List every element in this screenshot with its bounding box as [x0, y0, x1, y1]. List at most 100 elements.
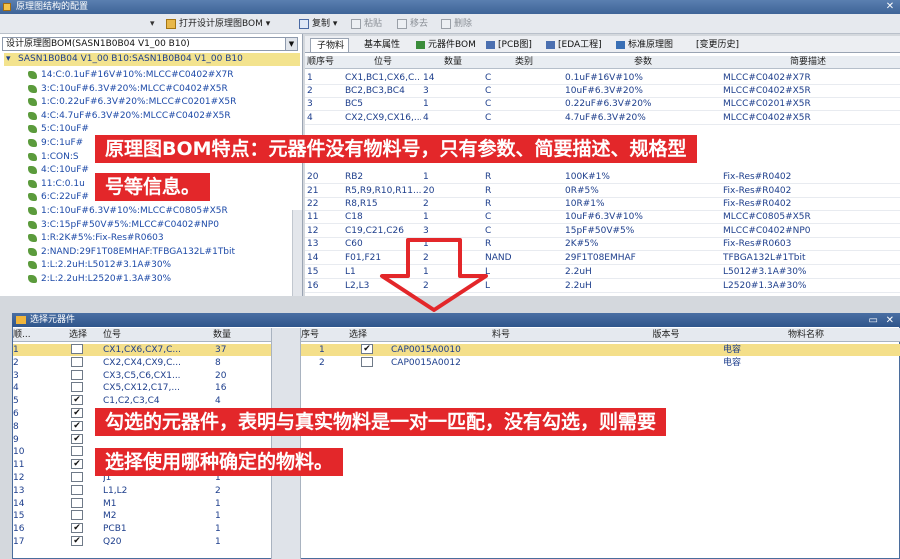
- select-checkbox[interactable]: ✔: [71, 459, 83, 470]
- paste-button[interactable]: 粘贴: [350, 16, 382, 32]
- tab-2[interactable]: 元器件BOM: [414, 38, 480, 52]
- pane-splitter[interactable]: [271, 328, 301, 559]
- select-checkbox[interactable]: ✔: [71, 420, 83, 431]
- tree-node[interactable]: 6:C:22uF#: [28, 191, 89, 203]
- select-checkbox[interactable]: ✔: [71, 433, 83, 444]
- tree-node[interactable]: 1:L:2.2uH:L5012#3.1A#30%: [28, 259, 171, 271]
- table-row[interactable]: 22 R8,R15 2 R 10R#1% Fix-Res#R0402: [305, 198, 900, 211]
- select-checkbox[interactable]: [71, 356, 83, 367]
- table-row[interactable]: 4 CX2,CX9,CX16,... 4 C 4.7uF#6.3V#20% MLCC#C0…: [305, 112, 900, 125]
- table-row[interactable]: 3 CX3,C5,C6,CX1... 20: [13, 369, 271, 382]
- table-row[interactable]: 20 RB2 1 R 100K#1% Fix-Res#R0402: [305, 171, 900, 184]
- tree-node[interactable]: 3:C:10uF#6.3V#20%:MLCC#C0402#X5R: [28, 83, 228, 95]
- open-bom-button[interactable]: 打开设计原理图BOM ▾: [165, 16, 270, 32]
- quantity: 4: [215, 396, 221, 407]
- tab-6[interactable]: [变更历史]: [690, 38, 743, 52]
- table-row[interactable]: 15 M2 1: [13, 510, 271, 522]
- ref-designator: CX1,CX6,CX7,C...: [103, 345, 181, 355]
- table-row[interactable]: 21 R5,R9,R10,R11... 20 R 0R#5% Fix-Res#R0402: [305, 185, 900, 198]
- table-row[interactable]: 2 CX2,CX4,CX9,C... 8: [13, 356, 271, 369]
- table-cell: Fix-Res#R0402: [723, 186, 792, 196]
- close-icon[interactable]: ✕: [886, 314, 894, 328]
- tree-node[interactable]: 1:C:0.22uF#6.3V#20%:MLCC#C0201#X5R: [28, 96, 236, 108]
- table-row[interactable]: 12 C19,C21,C26 3 C 15pF#50V#5% MLCC#C0402#NP0: [305, 225, 900, 238]
- tree-node-label: 2:L:2.2uH:L2520#1.3A#30%: [41, 274, 172, 284]
- table-row[interactable]: 1 CX1,BC1,CX6,C... 14 C 0.1uF#16V#10% MLCC#C0…: [305, 72, 900, 85]
- tree-node[interactable]: 11:C:0.1u: [28, 178, 85, 190]
- tree-node-label: 4:C:10uF#: [41, 165, 89, 176]
- table-row[interactable]: 4 CX5,CX12,C17,... 16: [13, 382, 271, 394]
- select-checkbox[interactable]: [71, 472, 83, 482]
- bom-selector[interactable]: 设计原理图BOM(SASN1B0B04 V1_00 B10) ▼: [2, 37, 298, 51]
- tab-label: 基本属性: [364, 40, 401, 50]
- tab-4[interactable]: [EDA工程]: [544, 38, 606, 52]
- tree-node[interactable]: 1:C:10uF#6.3V#10%:MLCC#C0805#X5R: [28, 205, 228, 217]
- close-icon[interactable]: ✕: [884, 1, 896, 12]
- leaf-icon: [28, 247, 37, 256]
- select-checkbox[interactable]: [71, 510, 83, 521]
- tree-node-label: 1:CON:S: [41, 151, 79, 162]
- select-checkbox[interactable]: [361, 356, 373, 367]
- tree-node[interactable]: 5:C:10uF#: [28, 123, 89, 135]
- select-checkbox[interactable]: [71, 344, 83, 354]
- select-checkbox[interactable]: ✔: [71, 395, 83, 406]
- chevron-down-icon[interactable]: ▼: [285, 38, 297, 50]
- tab-1[interactable]: 基本属性: [358, 38, 404, 52]
- select-checkbox[interactable]: ✔: [71, 536, 83, 546]
- restore-icon[interactable]: ▭: [869, 314, 878, 328]
- table-row[interactable]: 3 BC5 1 C 0.22uF#6.3V#20% MLCC#C0201#X5R: [305, 98, 900, 111]
- tab-5[interactable]: 标准原理图: [614, 38, 677, 52]
- table-row[interactable]: 13 L1,L2 2: [13, 484, 271, 497]
- column-header: 参数: [633, 57, 652, 67]
- table-row[interactable]: 17 ✔ Q20 1: [13, 536, 271, 548]
- leaf-icon: [28, 179, 37, 188]
- tree-node[interactable]: 9:C:1uF#: [28, 137, 83, 149]
- move-button[interactable]: 移去: [396, 16, 428, 32]
- delete-button[interactable]: 删除: [440, 16, 472, 32]
- table-cell: 4.7uF#6.3V#20%: [565, 113, 646, 123]
- tree-node[interactable]: 2:L:2.2uH:L2520#1.3A#30%: [28, 273, 171, 285]
- tab-label: 子物料: [317, 41, 345, 51]
- table-row[interactable]: 1 CX1,CX6,CX7,C... 37: [13, 344, 271, 356]
- column-header: 版本号: [652, 330, 680, 340]
- tree-node[interactable]: 1:CON:S: [28, 151, 79, 163]
- table-cell: 15: [307, 267, 319, 277]
- tree-node[interactable]: 3:C:15pF#50V#5%:MLCC#C0402#NP0: [28, 219, 219, 231]
- copy-button[interactable]: 复制 ▾: [298, 16, 337, 32]
- tab-0[interactable]: 子物料: [310, 38, 350, 52]
- tree-node[interactable]: 14:C:0.1uF#16V#10%:MLCC#C0402#X7R: [28, 69, 234, 81]
- table-cell: MLCC#C0402#NP0: [723, 226, 811, 236]
- tree-node[interactable]: 4:C:10uF#: [28, 164, 89, 176]
- table-row[interactable]: 1 ✔ CAP0015A0010 电容: [301, 344, 900, 356]
- table-row[interactable]: 2 CAP0015A0012 电容: [301, 356, 900, 369]
- select-checkbox[interactable]: [71, 369, 83, 380]
- table-row[interactable]: 5 ✔ C1,C2,C3,C4 4: [13, 395, 271, 407]
- select-checkbox[interactable]: ✔: [361, 344, 373, 354]
- tree-root-node[interactable]: ▾ SASN1B0B04 V1_00 B10:SASN1B0B04 V1_00 …: [4, 53, 300, 66]
- select-checkbox[interactable]: [71, 497, 83, 508]
- tree-node[interactable]: 4:C:4.7uF#6.3V#20%:MLCC#C0402#X5R: [28, 110, 231, 122]
- tree-scrollbar[interactable]: [292, 210, 302, 296]
- table-row[interactable]: 11 C18 1 C 10uF#6.3V#10% MLCC#C0805#X5R: [305, 211, 900, 224]
- select-checkbox[interactable]: ✔: [71, 523, 83, 534]
- component-grid-header: 顺... 选择 位号 数量: [13, 328, 271, 342]
- table-cell: 10uF#6.3V#20%: [565, 86, 643, 96]
- annotation-bottom-line1: 勾选的元器件，表明与真实物料是一对一匹配，没有勾选，则需要: [95, 408, 667, 436]
- table-cell: C: [485, 113, 492, 123]
- table-cell: 1: [423, 99, 429, 109]
- table-row[interactable]: 16 ✔ PCB1 1: [13, 523, 271, 535]
- select-checkbox[interactable]: [71, 446, 83, 457]
- tab-3[interactable]: [PCB图]: [484, 38, 536, 52]
- table-cell: Fix-Res#R0603: [723, 239, 792, 249]
- select-checkbox[interactable]: [71, 382, 83, 393]
- select-checkbox[interactable]: [71, 484, 83, 495]
- toolbar-dropdown-icon[interactable]: ▾: [150, 16, 155, 32]
- tab-label: [PCB图]: [498, 40, 532, 50]
- table-row[interactable]: 14 M1 1: [13, 497, 271, 510]
- tree-node[interactable]: 1:R:2K#5%:Fix-Res#R0603: [28, 232, 164, 244]
- row-number: 16: [13, 524, 25, 535]
- select-checkbox[interactable]: ✔: [71, 408, 83, 418]
- table-row[interactable]: 2 BC2,BC3,BC4 3 C 10uF#6.3V#20% MLCC#C0402#X5…: [305, 85, 900, 98]
- tree-node[interactable]: 2:NAND:29F1T08EMHAF:TFBGA132L#1Tbit: [28, 246, 235, 258]
- tree-expand-icon[interactable]: ▾: [6, 53, 11, 66]
